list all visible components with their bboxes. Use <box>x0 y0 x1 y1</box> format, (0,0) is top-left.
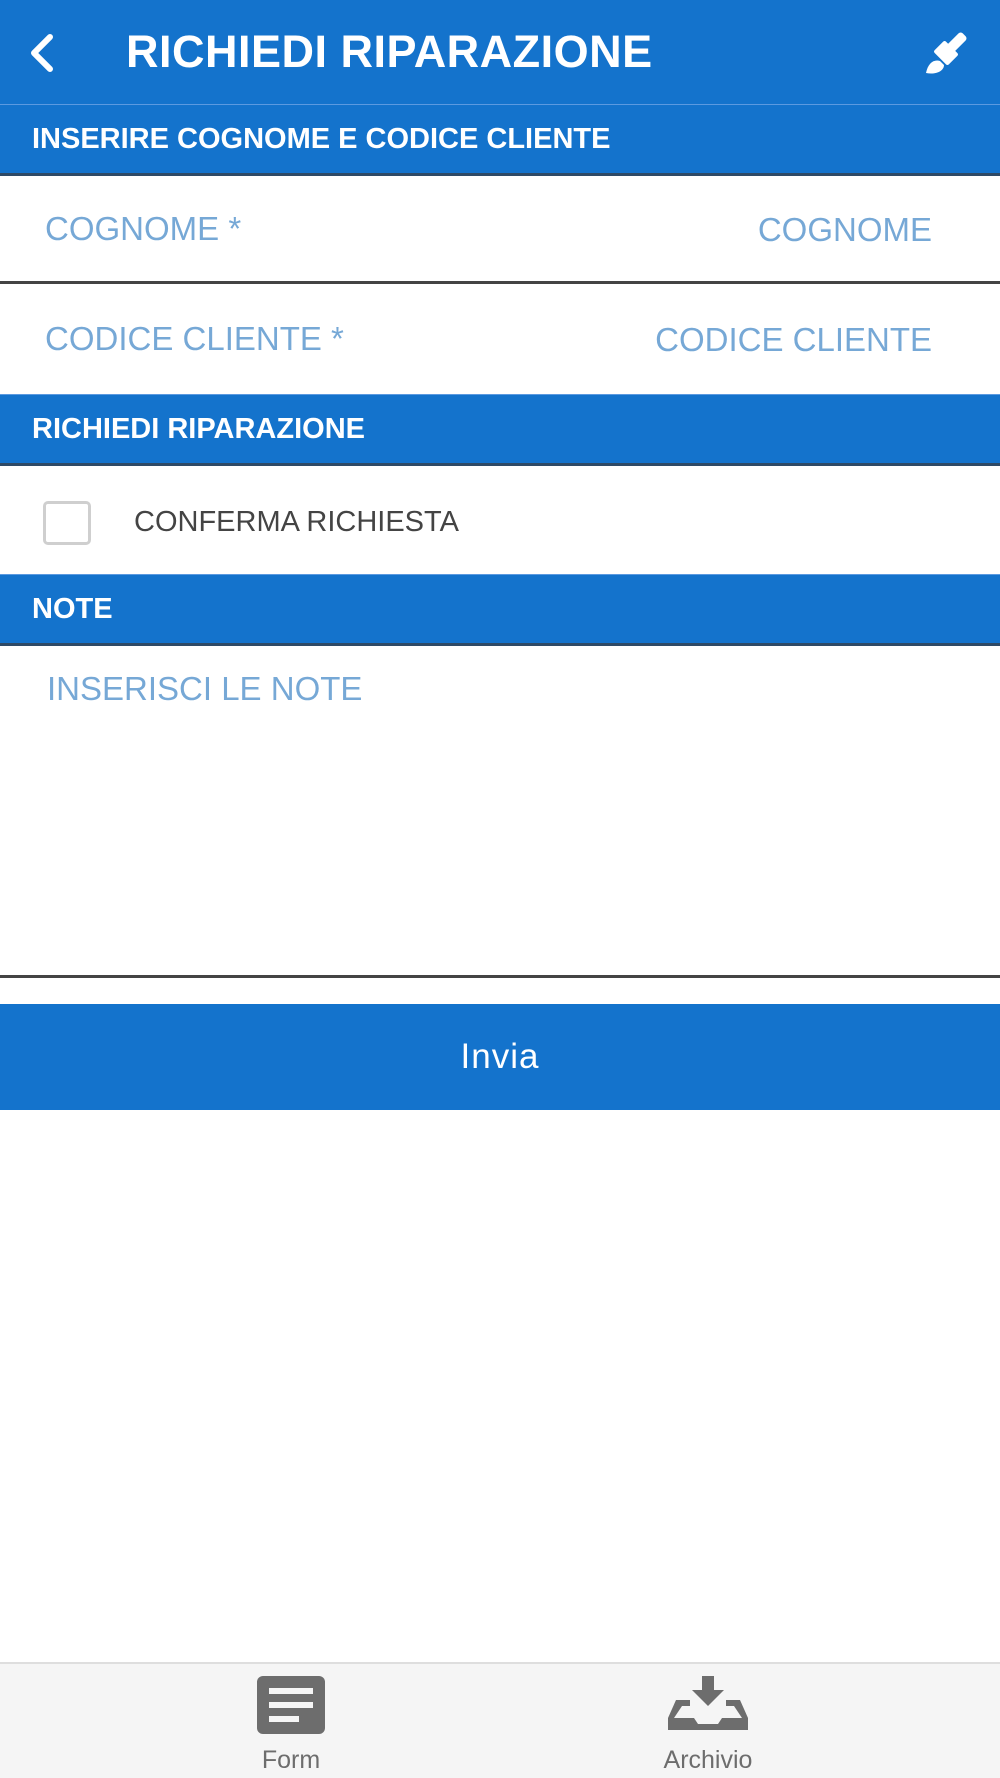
submit-button[interactable]: Invia <box>0 1004 1000 1110</box>
app-header: RICHIEDI RIPARAZIONE <box>0 0 1000 104</box>
tab-form[interactable]: Form <box>191 1664 391 1778</box>
section-header-repair: RICHIEDI RIPARAZIONE <box>0 394 1000 466</box>
page-title: RICHIEDI RIPARAZIONE <box>126 26 653 77</box>
tab-form-label: Form <box>261 1746 321 1774</box>
tab-archivio[interactable]: Archivio <box>608 1664 808 1778</box>
form-document-icon <box>257 1676 325 1734</box>
customer-code-input[interactable] <box>490 311 934 369</box>
section-header-notes: NOTE <box>0 574 1000 646</box>
notes-area <box>0 648 1000 978</box>
chevron-left-icon <box>31 34 53 72</box>
archive-download-icon <box>668 1676 748 1730</box>
confirm-checkbox[interactable] <box>43 501 91 545</box>
confirm-label: CONFERMA RICHIESTA <box>134 506 459 538</box>
surname-input[interactable] <box>490 201 934 259</box>
section-header-customer: INSERIRE COGNOME E CODICE CLIENTE <box>0 104 1000 176</box>
tab-archivio-label: Archivio <box>663 1746 753 1774</box>
bottom-tab-bar: Form Archivio <box>0 1662 1000 1778</box>
section-title: NOTE <box>32 593 113 625</box>
back-button[interactable] <box>12 24 72 82</box>
customer-code-label: CODICE CLIENTE * <box>45 320 344 357</box>
section-title: INSERIRE COGNOME E CODICE CLIENTE <box>32 123 611 155</box>
confirm-row[interactable]: CONFERMA RICHIESTA <box>0 470 1000 574</box>
surname-row: COGNOME * <box>0 176 1000 284</box>
notes-input[interactable] <box>45 668 959 952</box>
paintbrush-icon <box>926 32 967 74</box>
section-title: RICHIEDI RIPARAZIONE <box>32 413 365 445</box>
surname-label: COGNOME * <box>45 210 242 247</box>
customer-code-row: CODICE CLIENTE * <box>0 286 1000 394</box>
theme-button[interactable] <box>916 24 980 82</box>
